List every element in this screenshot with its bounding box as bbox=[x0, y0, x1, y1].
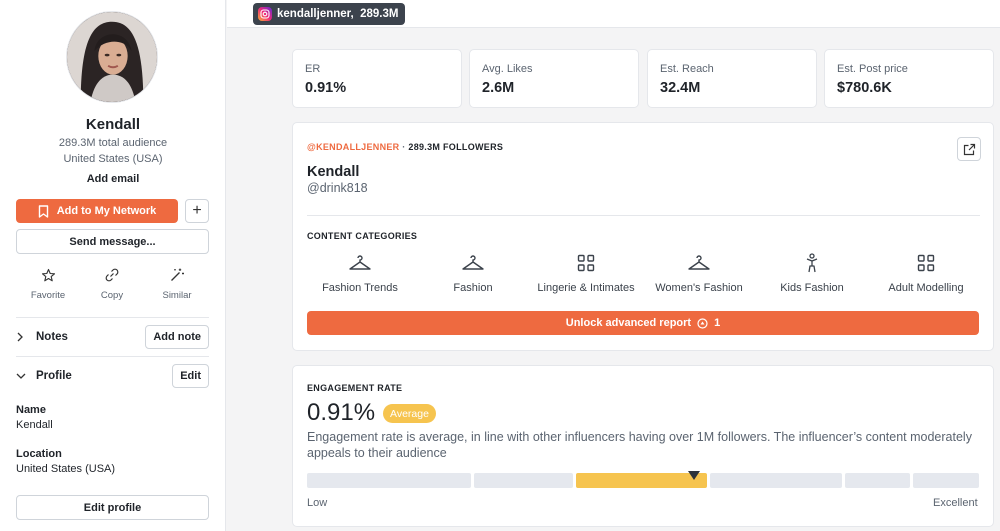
stat-value: 2.6M bbox=[482, 80, 515, 96]
stat-label: Est. Post price bbox=[837, 63, 908, 75]
account-handle-chip[interactable]: kendalljenner, 289.3M bbox=[253, 3, 406, 25]
send-message-button[interactable]: Send message... bbox=[16, 229, 209, 254]
favorite-action[interactable]: Favorite bbox=[16, 266, 80, 301]
link-icon bbox=[105, 268, 119, 282]
chevron-right-icon[interactable] bbox=[16, 332, 28, 342]
stat-card-er: ER 0.91% bbox=[292, 49, 462, 108]
category-fashion: Fashion bbox=[413, 252, 533, 294]
engagement-badge: Average bbox=[383, 404, 436, 423]
followers-count: 289.3M FOLLOWERS bbox=[408, 142, 504, 152]
name-field-value: Kendall bbox=[16, 419, 53, 431]
engagement-title: ENGAGEMENT RATE bbox=[307, 383, 403, 393]
profile-audience: 289.3M total audience bbox=[58, 137, 168, 149]
add-note-button[interactable]: Add note bbox=[145, 325, 209, 349]
category-label: Adult Modelling bbox=[888, 282, 964, 294]
category-label: Lingerie & Intimates bbox=[537, 282, 635, 294]
scale-marker-icon bbox=[688, 471, 700, 480]
profile-title[interactable]: Profile bbox=[36, 370, 172, 382]
account-sub-handle[interactable]: @drink818 bbox=[307, 181, 368, 195]
notes-title[interactable]: Notes bbox=[36, 331, 145, 343]
open-external-button[interactable] bbox=[957, 137, 981, 161]
bookmark-icon bbox=[38, 204, 48, 218]
category-label: Fashion bbox=[453, 282, 493, 294]
add-email-link[interactable]: Add email bbox=[0, 173, 226, 185]
name-field-label: Name bbox=[16, 404, 46, 416]
category-label: Kids Fashion bbox=[780, 282, 844, 294]
profile-section: Profile Edit bbox=[16, 364, 209, 388]
instagram-icon bbox=[258, 7, 272, 21]
scale-segment bbox=[710, 473, 842, 488]
stat-value: 0.91% bbox=[305, 80, 347, 96]
location-field-label: Location bbox=[16, 448, 62, 460]
profile-name: Kendall bbox=[85, 116, 141, 133]
hanger-icon bbox=[462, 255, 484, 270]
category-label: Women's Fashion bbox=[655, 282, 743, 294]
avatar bbox=[66, 11, 158, 103]
account-name: Kendall bbox=[307, 164, 360, 180]
unlock-count: 1 bbox=[714, 317, 721, 329]
content-categories-title: CONTENT CATEGORIES bbox=[307, 231, 418, 241]
copy-action[interactable]: Copy bbox=[80, 266, 144, 301]
category-adult-modelling: Adult Modelling bbox=[866, 252, 986, 294]
token-icon bbox=[697, 317, 708, 329]
scale-segment bbox=[913, 473, 979, 488]
stat-card-avg-likes: Avg. Likes 2.6M bbox=[469, 49, 639, 108]
child-icon bbox=[806, 253, 818, 273]
stat-value: $780.6K bbox=[837, 80, 892, 96]
star-icon bbox=[41, 268, 55, 281]
engagement-description: Engagement rate is average, in line with… bbox=[307, 430, 972, 460]
stat-card-est-post-price: Est. Post price $780.6K bbox=[824, 49, 994, 108]
chevron-down-icon[interactable] bbox=[16, 372, 28, 380]
stat-value: 32.4M bbox=[660, 80, 701, 96]
stat-label: Est. Reach bbox=[660, 63, 714, 75]
scale-segment bbox=[474, 473, 573, 488]
stat-label: ER bbox=[305, 63, 321, 75]
similar-action[interactable]: Similar bbox=[145, 266, 209, 301]
profile-location: United States (USA) bbox=[63, 153, 163, 165]
similar-label: Similar bbox=[162, 290, 192, 301]
add-to-network-label: Add to My Network bbox=[56, 205, 157, 217]
handle-chip-label: kendalljenner, 289.3M bbox=[277, 8, 399, 20]
scale-segment bbox=[307, 473, 471, 488]
edit-profile-button[interactable]: Edit profile bbox=[16, 495, 209, 520]
unlock-label: Unlock advanced report bbox=[565, 317, 692, 329]
account-eyebrow: @KENDALLJENNER · 289.3M FOLLOWERS bbox=[307, 142, 503, 152]
location-field-value: United States (USA) bbox=[16, 463, 116, 475]
divider bbox=[16, 356, 209, 357]
grid-icon bbox=[577, 254, 595, 272]
category-lingerie-intimates: Lingerie & Intimates bbox=[526, 252, 646, 294]
favorite-label: Favorite bbox=[30, 290, 66, 301]
grid-icon bbox=[917, 254, 935, 272]
hanger-icon bbox=[688, 255, 710, 270]
account-handle-link[interactable]: @KENDALLJENNER bbox=[307, 142, 399, 152]
scale-segment bbox=[845, 473, 910, 488]
scale-high-label: Excellent bbox=[933, 497, 978, 509]
plus-icon: + bbox=[192, 202, 202, 219]
scale-low-label: Low bbox=[307, 497, 328, 509]
notes-section: Notes Add note bbox=[16, 325, 209, 349]
edit-button[interactable]: Edit bbox=[172, 364, 209, 388]
category-label: Fashion Trends bbox=[322, 282, 398, 294]
plus-button[interactable]: + bbox=[185, 199, 209, 223]
profile-sidebar: Kendall 289.3M total audience United Sta… bbox=[0, 0, 226, 531]
divider bbox=[16, 317, 209, 318]
hanger-icon bbox=[349, 255, 371, 270]
unlock-advanced-report-button[interactable]: Unlock advanced report 1 bbox=[307, 311, 979, 335]
stat-card-est-reach: Est. Reach 32.4M bbox=[647, 49, 817, 108]
avatar-image bbox=[67, 12, 157, 102]
divider bbox=[307, 215, 980, 216]
stat-label: Avg. Likes bbox=[482, 63, 533, 75]
category-fashion-trends: Fashion Trends bbox=[300, 252, 420, 294]
add-to-network-button[interactable]: Add to My Network bbox=[16, 199, 178, 223]
engagement-value: 0.91% bbox=[307, 399, 376, 426]
category-womens-fashion: Women's Fashion bbox=[639, 252, 759, 294]
external-link-icon bbox=[963, 143, 975, 155]
copy-label: Copy bbox=[100, 290, 124, 301]
magic-wand-icon bbox=[171, 268, 184, 281]
category-kids-fashion: Kids Fashion bbox=[752, 252, 872, 294]
